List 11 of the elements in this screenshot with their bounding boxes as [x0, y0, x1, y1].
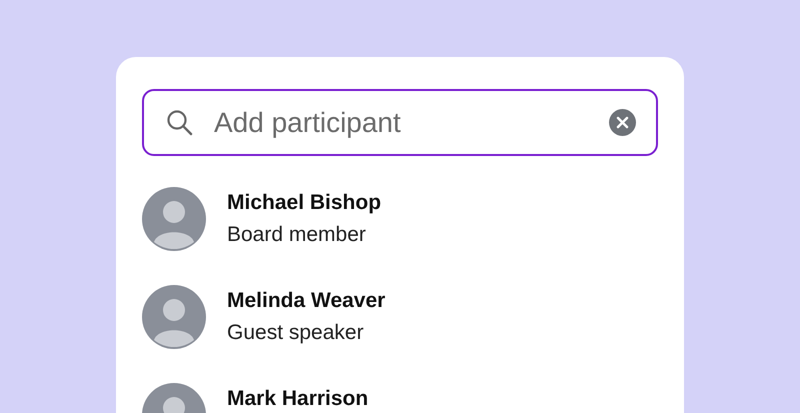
participant-name: Michael Bishop: [227, 191, 382, 215]
participant-name: Melinda Weaver: [227, 289, 386, 313]
participant-role: Guest speaker: [227, 321, 365, 345]
clear-icon[interactable]: [609, 109, 636, 136]
participant-name: Mark Harrison: [227, 387, 368, 411]
search-input[interactable]: Add participant: [212, 106, 591, 140]
avatar-icon: [142, 187, 206, 251]
search-field[interactable]: Add participant: [142, 89, 658, 156]
search-icon: [166, 108, 194, 136]
avatar-icon: [142, 285, 206, 349]
participant-role: Board member: [227, 223, 367, 247]
